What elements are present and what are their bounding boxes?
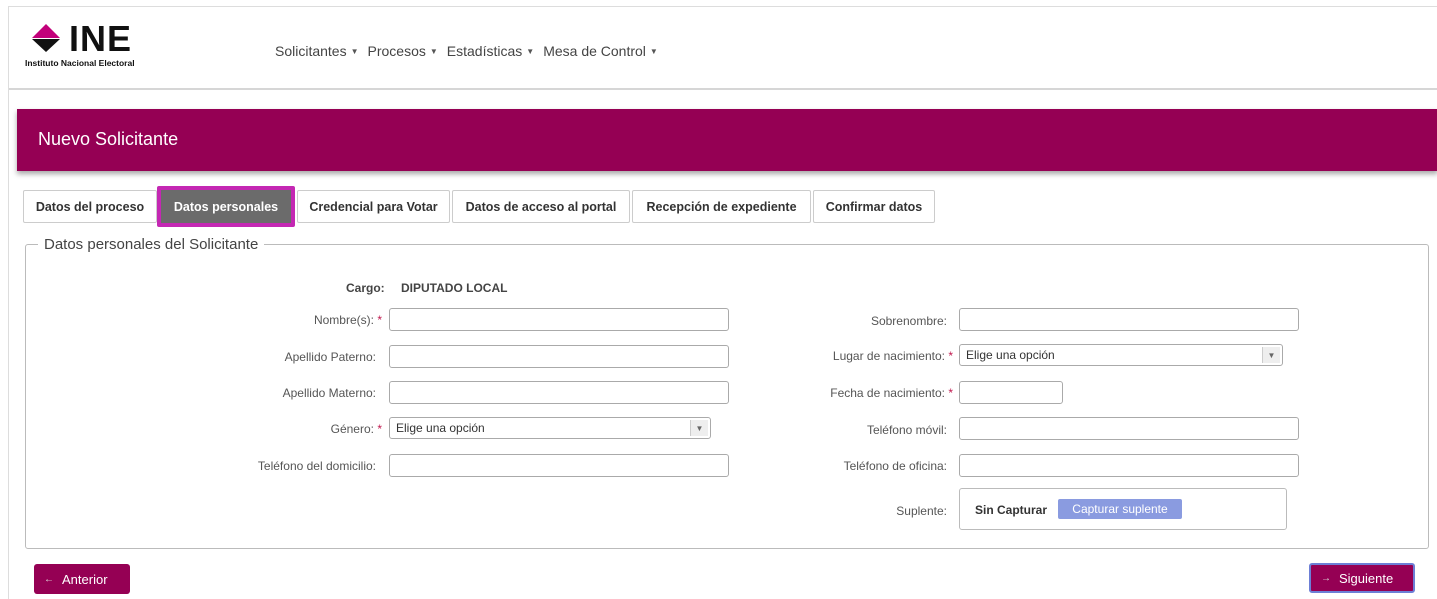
cargo-label: Cargo: [346,281,385,295]
anterior-button-label: Anterior [62,571,108,587]
lugar-nacimiento-label-text: Lugar de nacimiento: [832,349,945,363]
anterior-button[interactable]: ← Anterior [34,564,130,594]
sobrenombre-label: Sobrenombre: [870,314,947,328]
page-title: Nuevo Solicitante [38,129,179,149]
suplente-status: Sin Capturar [975,503,1048,517]
telefono-movil-label: Teléfono móvil: [866,423,947,437]
required-mark: * [377,313,382,327]
tab-recepcion-de-expediente[interactable]: Recepción de expediente [632,190,811,223]
genero-label-text: Género: [330,422,374,436]
nombre-label-text: Nombre(s): [313,313,374,327]
ine-diamond-icon [32,24,60,52]
tab-datos-de-acceso-al-portal[interactable]: Datos de acceso al portal [452,190,630,223]
caret-down-icon: ▼ [649,46,658,56]
ine-logo[interactable]: INE Instituto Nacional Electoral [21,18,181,71]
fecha-nacimiento-label: Fecha de nacimiento: * [830,386,953,400]
tab-credencial-para-votar[interactable]: Credencial para Votar [297,190,450,223]
tab-datos-del-proceso[interactable]: Datos del proceso [23,190,157,223]
genero-select[interactable]: Elige una opción ▼ [389,417,711,439]
personal-data-fieldset: Datos personales del Solicitante Cargo: … [25,236,1429,549]
caret-down-icon: ▼ [429,46,438,56]
nombre-input[interactable] [389,308,729,331]
apellido-materno-input[interactable] [389,381,729,404]
telefono-domicilio-label: Teléfono del domicilio: [257,459,376,473]
telefono-oficina-input[interactable] [959,454,1299,477]
genero-label: Género: * [331,422,382,436]
arrow-left-icon: ← [44,573,54,585]
caret-down-icon: ▼ [526,46,535,56]
suplente-box: Sin Capturar Capturar suplente [959,488,1287,530]
nav-mesa-de-control[interactable]: Mesa de Control ▼ [543,43,658,59]
capturar-suplente-button[interactable]: Capturar suplente [1058,499,1182,519]
siguiente-button[interactable]: → Siguiente [1309,563,1415,593]
main-nav: Solicitantes ▼ Procesos ▼ Estadísticas ▼… [275,43,658,59]
fieldset-legend: Datos personales del Solicitante [38,236,265,253]
telefono-oficina-label: Teléfono de oficina: [843,459,947,473]
nav-solicitantes[interactable]: Solicitantes ▼ [275,43,359,59]
lugar-nacimiento-label: Lugar de nacimiento: * [833,349,953,363]
lugar-nacimiento-select[interactable]: Elige una opción ▼ [959,344,1283,366]
top-header: INE Instituto Nacional Electoral Solicit… [9,7,1437,90]
required-mark: * [377,422,382,436]
chevron-down-icon: ▼ [1262,347,1280,363]
caret-down-icon: ▼ [350,46,359,56]
required-mark: * [948,349,953,363]
suplente-label: Suplente: [896,504,947,518]
nav-estadisticas[interactable]: Estadísticas ▼ [447,43,534,59]
nav-procesos[interactable]: Procesos ▼ [368,43,438,59]
telefono-movil-input[interactable] [959,417,1299,440]
fecha-nacimiento-label-text: Fecha de nacimiento: [830,386,945,400]
genero-select-value: Elige una opción [396,421,485,435]
siguiente-button-label: Siguiente [1339,570,1394,586]
apellido-materno-label: Apellido Materno: [282,386,376,400]
arrow-right-icon: → [1321,572,1331,584]
tab-datos-personales[interactable]: Datos personales [157,186,295,227]
page-banner: Nuevo Solicitante [17,109,1437,171]
nav-solicitantes-label: Solicitantes [275,43,347,59]
nav-procesos-label: Procesos [367,43,426,59]
chevron-down-icon: ▼ [690,420,708,436]
tab-confirmar-datos[interactable]: Confirmar datos [813,190,935,223]
nombre-label: Nombre(s): * [314,313,382,327]
apellido-paterno-input[interactable] [389,345,729,368]
sobrenombre-input[interactable] [959,308,1299,331]
telefono-domicilio-input[interactable] [389,454,729,477]
nav-mesa-de-control-label: Mesa de Control [543,43,646,59]
nav-estadisticas-label: Estadísticas [446,43,523,59]
fecha-nacimiento-input[interactable] [959,381,1063,404]
required-mark: * [948,386,953,400]
logo-wordmark: INE [69,18,133,59]
apellido-paterno-label: Apellido Paterno: [284,350,376,364]
app-frame: INE Instituto Nacional Electoral Solicit… [8,6,1437,599]
logo-subtitle: Instituto Nacional Electoral [25,58,135,68]
lugar-nacimiento-select-value: Elige una opción [966,348,1055,362]
cargo-value: DIPUTADO LOCAL [401,281,508,295]
